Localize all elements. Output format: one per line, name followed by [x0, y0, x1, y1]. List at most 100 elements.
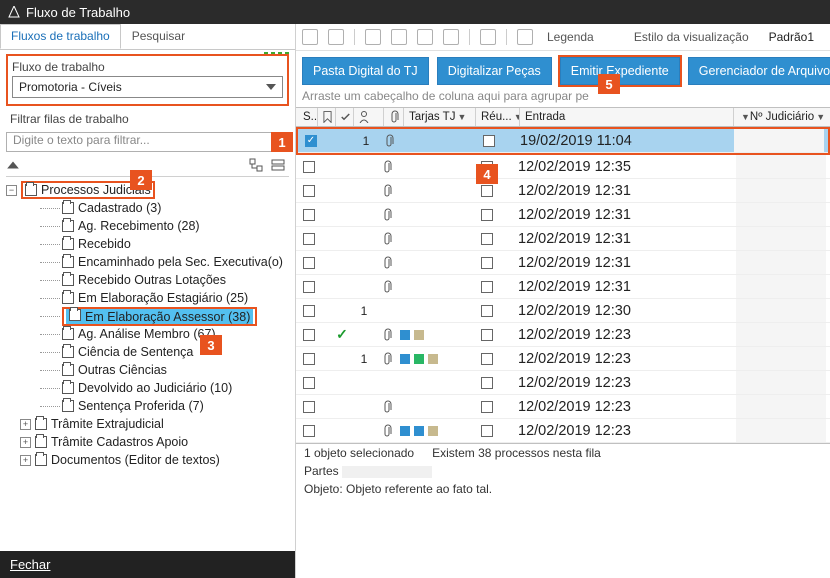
tree-item[interactable]: Sentença Proferida (7) [40, 397, 295, 415]
col-sort[interactable]: S... [300, 108, 318, 126]
triangle-up-icon[interactable] [6, 158, 20, 172]
table-row[interactable]: 112/02/2019 12:30 [296, 299, 830, 323]
col-count[interactable] [356, 108, 384, 126]
tree-root-extrajudicial[interactable]: Trâmite Extrajudicial [51, 417, 164, 431]
style-value[interactable]: Padrão1 [759, 28, 824, 46]
table-row[interactable]: 12/02/2019 12:23 [296, 371, 830, 395]
legend-label[interactable]: Legenda [547, 30, 594, 44]
reu-checkbox[interactable] [481, 329, 493, 341]
folder-icon [35, 454, 47, 466]
workflow-dropdown[interactable]: Promotoria - Cíveis [12, 76, 283, 98]
tree-item[interactable]: Outras Ciências [40, 361, 295, 379]
row-checkbox[interactable] [303, 305, 315, 317]
reu-checkbox[interactable] [481, 209, 493, 221]
left-tabs: Fluxos de trabalho Pesquisar [0, 24, 295, 50]
table-row[interactable]: 12/02/2019 12:35 [296, 155, 830, 179]
tarja-chip [414, 426, 424, 436]
row-checkbox[interactable] [303, 329, 315, 341]
paperclip-icon [382, 256, 392, 270]
folder-icon [62, 346, 74, 358]
toolbar-icon[interactable] [480, 29, 496, 45]
row-checkbox[interactable] [303, 377, 315, 389]
row-checkbox[interactable] [303, 161, 315, 173]
row-checkbox[interactable] [303, 401, 315, 413]
col-reu[interactable]: Réu...▼ [478, 108, 520, 126]
col-bookmark[interactable] [320, 108, 336, 126]
action-buttons: Pasta Digital do TJ Digitalizar Peças Em… [296, 51, 830, 89]
row-checkbox[interactable] [303, 209, 315, 221]
table-row[interactable]: 12/02/2019 12:31 [296, 251, 830, 275]
expander-root3[interactable]: + [20, 437, 31, 448]
btn-gerenciador-arquivos[interactable]: Gerenciador de Arquivos [688, 57, 830, 85]
reu-checkbox[interactable] [481, 185, 493, 197]
tree-icon-b[interactable] [271, 158, 285, 172]
tree-root-documentos[interactable]: Documentos (Editor de textos) [51, 453, 220, 467]
col-check[interactable] [338, 108, 354, 126]
reu-checkbox[interactable] [481, 377, 493, 389]
table-row[interactable]: 12/02/2019 12:31 [296, 179, 830, 203]
reu-checkbox[interactable] [481, 257, 493, 269]
tree-item[interactable]: Ag. Recebimento (28) [40, 217, 295, 235]
expander-root4[interactable]: + [20, 455, 31, 466]
row-checkbox[interactable] [303, 233, 315, 245]
folder-icon [62, 274, 74, 286]
tab-workflows[interactable]: Fluxos de trabalho [0, 24, 121, 49]
reu-checkbox[interactable] [483, 135, 495, 147]
tab-search[interactable]: Pesquisar [121, 24, 196, 49]
table-row[interactable]: 12/02/2019 12:23 [296, 419, 830, 443]
reu-checkbox[interactable] [481, 305, 493, 317]
toolbar-icon[interactable] [417, 29, 433, 45]
tree-icon-a[interactable] [249, 158, 263, 172]
tree-item[interactable]: Ciência de Sentença [40, 343, 295, 361]
chevron-down-icon [266, 84, 276, 90]
toolbar-icon[interactable] [443, 29, 459, 45]
reu-checkbox[interactable] [481, 425, 493, 437]
toolbar-icon[interactable] [365, 29, 381, 45]
callout-3: 3 [200, 335, 222, 355]
row-checkbox[interactable] [303, 281, 315, 293]
row-checkbox[interactable]: ✓ [305, 135, 317, 147]
row-checkbox[interactable] [303, 257, 315, 269]
toolbar-icon[interactable] [517, 29, 533, 45]
tarja-chip [428, 354, 438, 364]
tree-item[interactable]: Cadastrado (3) [40, 199, 295, 217]
tree-item[interactable]: Encaminhado pela Sec. Executiva(o) [40, 253, 295, 271]
folder-icon [62, 238, 74, 250]
reu-checkbox[interactable] [481, 401, 493, 413]
row-checkbox[interactable] [303, 353, 315, 365]
tree-item[interactable]: Recebido [40, 235, 295, 253]
row-checkbox[interactable] [303, 185, 315, 197]
tree-root-cadastros[interactable]: Trâmite Cadastros Apoio [51, 435, 188, 449]
row-checkbox[interactable] [303, 425, 315, 437]
col-clip[interactable] [386, 108, 404, 126]
expander-root2[interactable]: + [20, 419, 31, 430]
toolbar-icon[interactable] [302, 29, 318, 45]
tree-item[interactable]: Em Elaboração Assessor (38) [40, 307, 295, 325]
col-tarjas[interactable]: Tarjas TJ▼ [406, 108, 476, 126]
table-row[interactable]: 12/02/2019 12:23 [296, 395, 830, 419]
table-row[interactable]: 12/02/2019 12:31 [296, 227, 830, 251]
table-row[interactable]: 12/02/2019 12:31 [296, 275, 830, 299]
btn-digitalizar[interactable]: Digitalizar Peças [437, 57, 552, 85]
close-button[interactable]: Fechar [0, 551, 295, 578]
filter-input[interactable]: Digite o texto para filtrar... [6, 132, 289, 152]
col-judiciario[interactable]: ▼Nº Judiciário▼ [736, 108, 826, 126]
toolbar-icon[interactable] [391, 29, 407, 45]
tree-item[interactable]: Recebido Outras Lotações [40, 271, 295, 289]
table-row[interactable]: 112/02/2019 12:23 [296, 347, 830, 371]
tarja-chip [400, 426, 410, 436]
table-row[interactable]: ✓119/02/2019 11:04 [298, 129, 828, 153]
reu-checkbox[interactable] [481, 233, 493, 245]
expander-root1[interactable]: − [6, 185, 17, 196]
table-row[interactable]: 12/02/2019 12:31 [296, 203, 830, 227]
reu-checkbox[interactable] [481, 281, 493, 293]
btn-pasta-digital[interactable]: Pasta Digital do TJ [302, 57, 429, 85]
toolbar-icon[interactable] [328, 29, 344, 45]
tree-item[interactable]: Em Elaboração Estagiário (25) [40, 289, 295, 307]
tree-item[interactable]: Ag. Análise Membro (67) [40, 325, 295, 343]
col-entrada[interactable]: Entrada [522, 108, 734, 126]
reu-checkbox[interactable] [481, 353, 493, 365]
table-row[interactable]: ✓12/02/2019 12:23 [296, 323, 830, 347]
tree-item[interactable]: Devolvido ao Judiciário (10) [40, 379, 295, 397]
check-icon [341, 112, 350, 122]
